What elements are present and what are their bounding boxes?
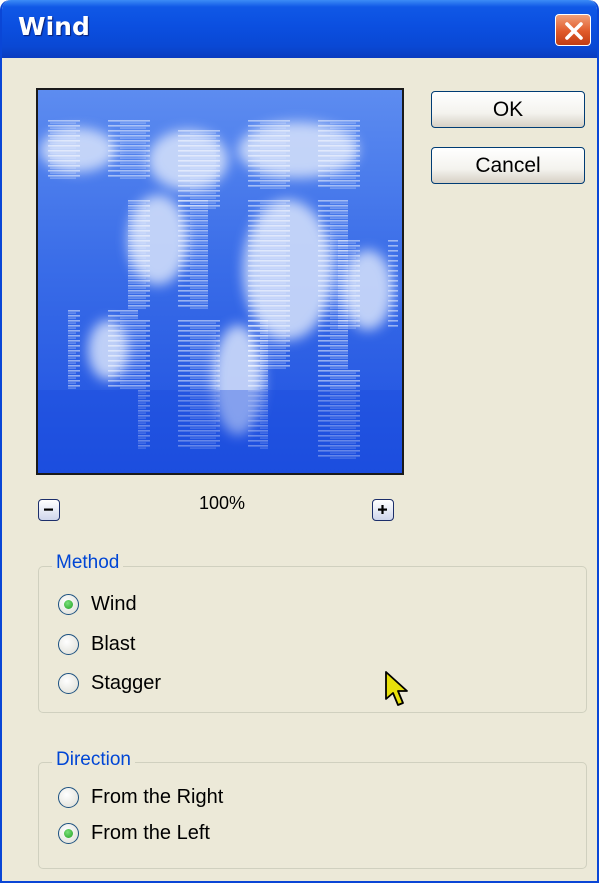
radio-label: Blast [91, 633, 136, 655]
radio-button-checked[interactable] [58, 594, 79, 615]
minus-icon [44, 508, 53, 511]
radio-button[interactable] [58, 673, 79, 694]
radio-label: From the Left [91, 822, 210, 844]
direction-group [38, 762, 587, 869]
radio-label: Stagger [91, 672, 162, 694]
radio-label: Wind [91, 593, 137, 615]
zoom-out-button[interactable] [38, 499, 60, 521]
arrow-cursor-icon [385, 671, 408, 706]
close-button[interactable] [555, 14, 591, 46]
close-icon [565, 22, 583, 40]
plus-icon [378, 505, 387, 514]
wind-dialog: Wind OK Cancel 100% Method Wind Blast St… [0, 0, 599, 883]
radio-button[interactable] [58, 787, 79, 808]
radio-button[interactable] [58, 634, 79, 655]
ok-button[interactable]: OK [431, 91, 585, 128]
zoom-level: 100% [198, 493, 246, 513]
dialog-title: Wind [18, 12, 90, 41]
direction-legend: Direction [52, 749, 135, 771]
zoom-in-button[interactable] [372, 499, 394, 521]
filter-preview[interactable] [36, 88, 404, 475]
cancel-button[interactable]: Cancel [431, 147, 585, 184]
title-bar[interactable]: Wind [2, 0, 597, 58]
method-legend: Method [52, 552, 124, 574]
radio-button-checked[interactable] [58, 823, 79, 844]
radio-label: From the Right [91, 786, 224, 808]
